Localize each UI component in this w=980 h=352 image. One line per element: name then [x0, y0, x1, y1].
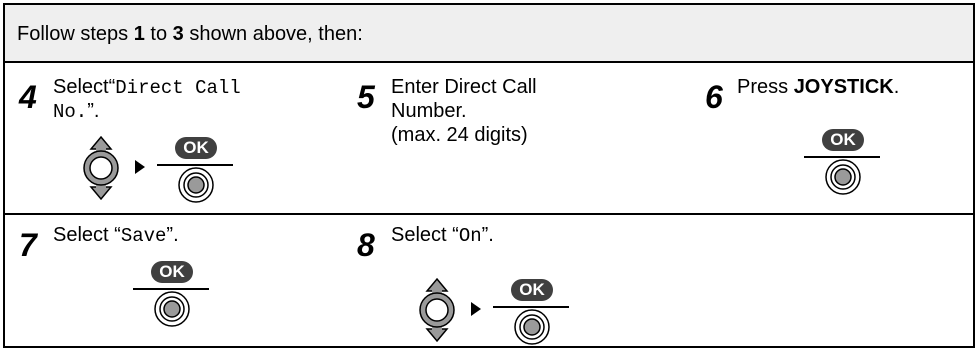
step-4-text: Select“Direct Call: [53, 75, 241, 100]
step-6-suffix: .: [893, 76, 900, 98]
step-7-value: Save: [120, 225, 167, 247]
instruction-header: Follow steps 1 to 3 shown above, then:: [5, 5, 973, 63]
instruction-panel: Follow steps 1 to 3 shown above, then: 4…: [3, 3, 975, 348]
ok-label: OK: [830, 130, 856, 149]
right-arrow-icon: [471, 302, 481, 316]
step-4-prefix: Select: [53, 76, 109, 98]
step-7-text: Select “Save”.: [53, 223, 179, 248]
ok-joystick-press-icon: OK: [491, 277, 571, 347]
step-8-value: On: [458, 225, 482, 247]
header-mid: to: [144, 23, 173, 45]
step-7-number: 7: [19, 227, 37, 263]
up-down-joystick-icon: [83, 135, 119, 201]
step-8-prefix: Select “: [391, 224, 459, 246]
step-7-prefix: Select “: [53, 224, 121, 246]
step-8-suffix: ”.: [481, 224, 494, 246]
ok-label: OK: [159, 262, 185, 281]
step-4-quote-close: ”.: [87, 100, 100, 122]
step-8-number: 8: [357, 227, 375, 263]
step-8-text: Select “On”.: [391, 223, 494, 248]
ok-joystick-press-icon: OK: [155, 135, 235, 205]
ok-joystick-press-icon: OK: [802, 127, 882, 197]
step-6-key: JOYSTICK: [793, 76, 894, 98]
ok-label: OK: [183, 138, 209, 157]
step-4-value-line1: Direct Call: [115, 77, 241, 99]
ok-label: OK: [519, 280, 545, 299]
header-prefix: Follow steps: [17, 23, 134, 45]
step-6-number: 6: [705, 79, 723, 115]
step-4-number: 4: [19, 79, 37, 115]
step-6-prefix: Press: [737, 76, 794, 98]
ok-joystick-press-icon: OK: [131, 259, 211, 329]
step-7-suffix: ”.: [166, 224, 179, 246]
header-step-from: 1: [133, 23, 145, 45]
step-5-line1: Enter Direct Call: [391, 76, 537, 98]
step-6-text: Press JOYSTICK.: [737, 75, 899, 99]
step-5-line2: Number.: [391, 100, 467, 122]
header-text: Follow steps 1 to 3 shown above, then:: [17, 23, 363, 46]
step-5-line3: (max. 24 digits): [391, 124, 528, 146]
right-arrow-icon: [135, 160, 145, 174]
header-step-to: 3: [172, 23, 184, 45]
step-5-number: 5: [357, 79, 375, 115]
step-4-value-line2: No.: [53, 101, 88, 123]
row-divider: [5, 213, 973, 215]
up-down-joystick-icon: [419, 277, 455, 343]
step-4-text-line2: No.”.: [53, 99, 99, 124]
header-suffix: shown above, then:: [183, 23, 363, 45]
